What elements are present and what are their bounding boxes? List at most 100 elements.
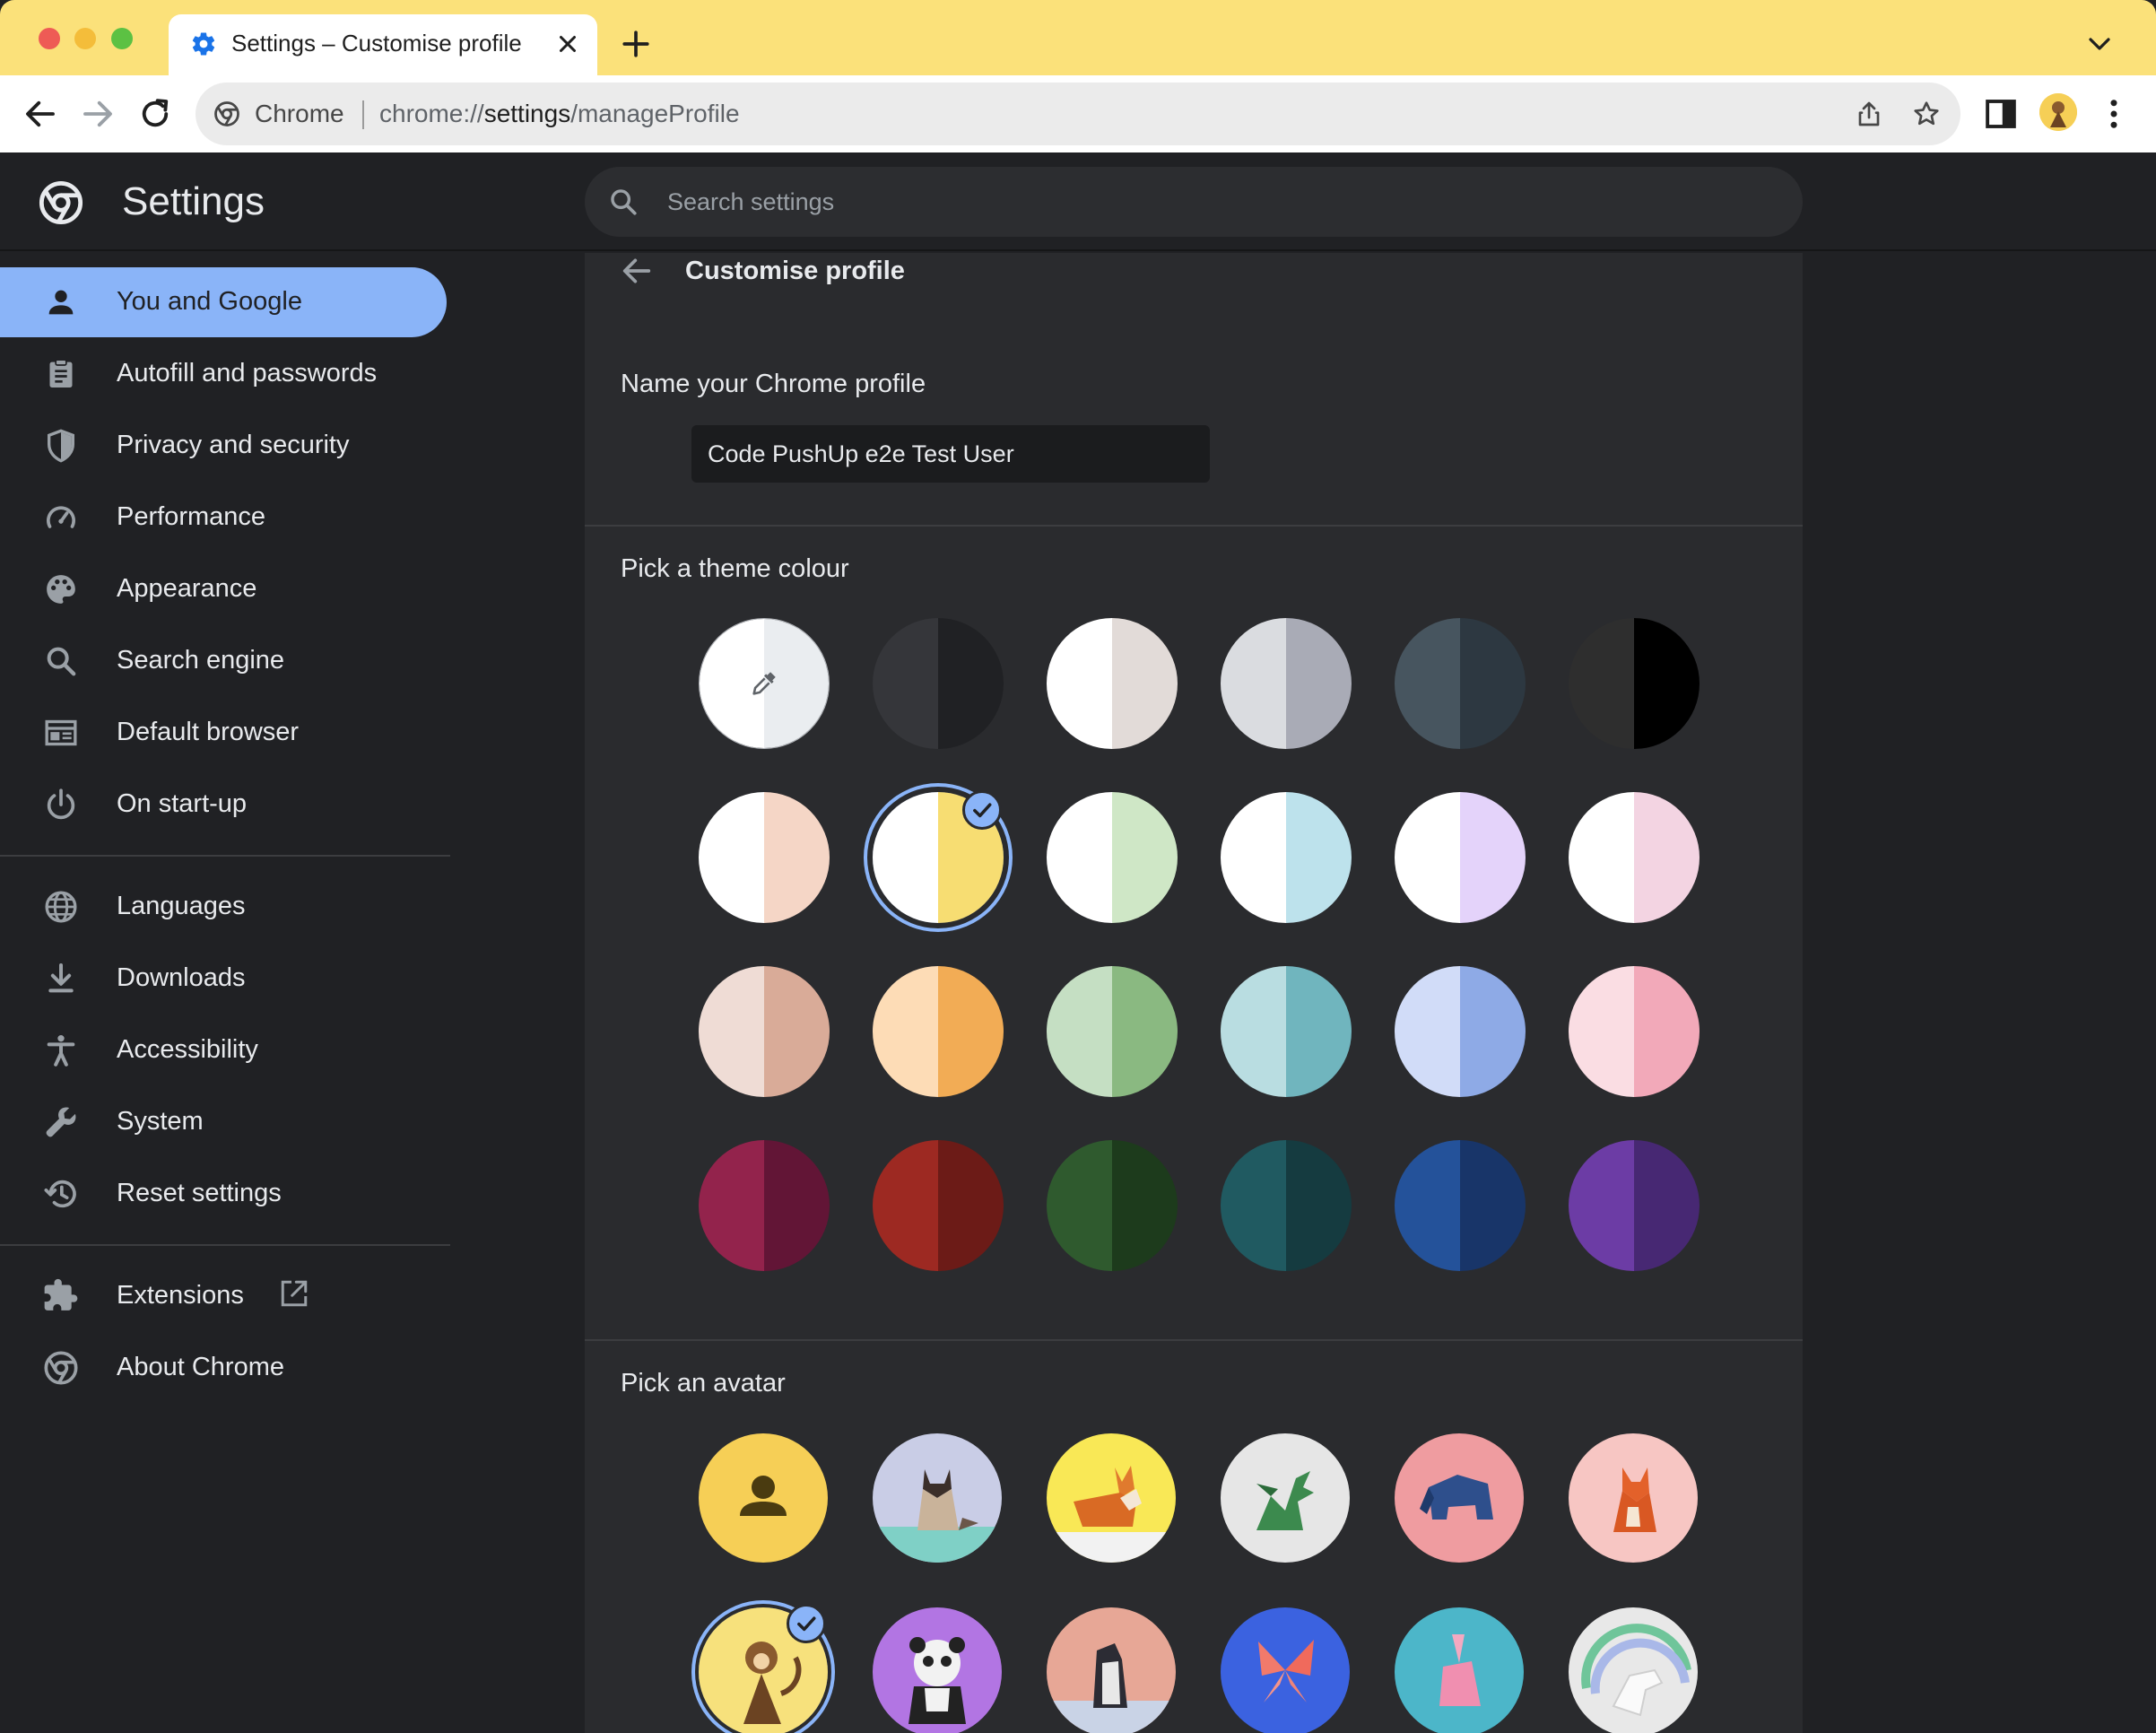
sidebar-item-label: You and Google xyxy=(117,287,302,316)
profile-name-input[interactable] xyxy=(691,425,1210,483)
sidebar-item-system[interactable]: System xyxy=(0,1087,447,1157)
wrench-icon xyxy=(46,1107,76,1137)
reload-icon[interactable] xyxy=(136,95,174,133)
clipboard-icon xyxy=(49,359,73,388)
swatch-dark-half xyxy=(1112,1140,1178,1271)
origami-butterfly-icon xyxy=(1221,1607,1350,1733)
sidebar-item-autofill[interactable]: Autofill and passwords xyxy=(0,339,447,409)
avatar-option-fox[interactable] xyxy=(1569,1433,1698,1563)
sidebar-item-extensions[interactable]: Extensions xyxy=(0,1261,447,1331)
new-tab-plus-icon[interactable] xyxy=(621,29,651,59)
theme-swatch[interactable] xyxy=(1569,792,1700,923)
sidebar-item-you-and-google[interactable]: You and Google xyxy=(0,267,447,337)
address-bar[interactable]: Chrome chrome://settings/manageProfile xyxy=(196,83,1960,145)
avatar-option-corgi[interactable] xyxy=(1047,1433,1176,1563)
sidebar-item-on-start-up[interactable]: On start-up xyxy=(0,770,447,840)
theme-swatch[interactable] xyxy=(1047,1140,1178,1271)
avatar-option-panda[interactable] xyxy=(873,1607,1002,1733)
theme-swatch[interactable] xyxy=(1569,966,1700,1097)
window-zoom-button[interactable] xyxy=(111,28,133,49)
swatch-light-half xyxy=(699,1140,764,1271)
swatch-light-half xyxy=(1569,792,1634,923)
close-icon[interactable] xyxy=(554,30,581,57)
sidebar-item-languages[interactable]: Languages xyxy=(0,872,447,942)
avatar-option-dragon[interactable] xyxy=(1221,1433,1350,1563)
sidebar-item-label: Performance xyxy=(117,502,266,531)
avatar-option-generic-person[interactable] xyxy=(699,1433,828,1563)
active-tab[interactable]: Settings – Customise profile xyxy=(169,14,597,75)
sidebar-item-label: Autofill and passwords xyxy=(117,359,378,388)
origami-penguin-icon xyxy=(1047,1607,1176,1733)
theme-swatch[interactable] xyxy=(873,1140,1004,1271)
avatar-option-cat[interactable] xyxy=(873,1433,1002,1563)
forward-arrow-icon[interactable] xyxy=(79,95,117,133)
profile-name-label: Name your Chrome profile xyxy=(621,370,926,398)
theme-swatch[interactable] xyxy=(1221,618,1352,749)
theme-swatch[interactable] xyxy=(1221,792,1352,923)
window-close-button[interactable] xyxy=(39,28,60,49)
swatch-light-half xyxy=(1395,618,1460,749)
theme-swatch[interactable] xyxy=(1221,966,1352,1097)
theme-swatch[interactable] xyxy=(1047,792,1178,923)
swatch-dark-half xyxy=(1460,792,1526,923)
side-panel-icon[interactable] xyxy=(1982,95,2020,133)
avatar-option-butterfly[interactable] xyxy=(1221,1607,1350,1733)
eyedropper-icon xyxy=(752,672,776,695)
swatch-dark-half xyxy=(764,792,830,923)
chevron-down-icon[interactable] xyxy=(2086,32,2113,56)
swatch-light-half xyxy=(699,792,764,923)
theme-swatch[interactable] xyxy=(1569,618,1700,749)
theme-swatch[interactable] xyxy=(699,792,830,923)
window-minimize-button[interactable] xyxy=(74,28,96,49)
sidebar-item-search-engine[interactable]: Search engine xyxy=(0,626,447,696)
sidebar-item-accessibility[interactable]: Accessibility xyxy=(0,1015,447,1085)
sidebar-item-privacy[interactable]: Privacy and security xyxy=(0,411,447,481)
sidebar-divider xyxy=(0,1244,450,1246)
speedometer-icon xyxy=(47,506,75,528)
avatar-label: Pick an avatar xyxy=(621,1369,786,1398)
theme-swatch[interactable] xyxy=(873,618,1004,749)
back-arrow-icon[interactable] xyxy=(619,253,655,289)
sidebar-item-performance[interactable]: Performance xyxy=(0,483,447,553)
theme-swatch[interactable] xyxy=(1047,618,1178,749)
kebab-menu-icon[interactable] xyxy=(2095,95,2133,133)
search-box[interactable] xyxy=(585,167,1803,237)
avatar-option-elephant[interactable] xyxy=(1395,1433,1524,1563)
swatch-dark-half xyxy=(1286,618,1352,749)
sidebar-item-downloads[interactable]: Downloads xyxy=(0,944,447,1014)
avatar-option-penguin[interactable] xyxy=(1047,1607,1176,1733)
settings-header: Settings xyxy=(0,152,2156,251)
share-icon[interactable] xyxy=(1855,100,1883,128)
avatar-option-unicorn[interactable] xyxy=(1569,1607,1698,1733)
theme-swatch[interactable] xyxy=(1395,1140,1526,1271)
profile-avatar-button[interactable] xyxy=(2039,93,2077,131)
sidebar-item-label: Privacy and security xyxy=(117,431,350,459)
sidebar-item-reset-settings[interactable]: Reset settings xyxy=(0,1159,447,1229)
theme-swatch[interactable] xyxy=(1221,1140,1352,1271)
theme-swatch-custom[interactable] xyxy=(699,618,830,749)
theme-swatch[interactable] xyxy=(699,966,830,1097)
swatch-light-half xyxy=(1395,792,1460,923)
bookmark-star-icon[interactable] xyxy=(1912,100,1941,128)
monkey-avatar-icon xyxy=(2039,93,2077,131)
avatar-option-rabbit[interactable] xyxy=(1395,1607,1524,1733)
chrome-icon xyxy=(44,1351,78,1385)
theme-swatch[interactable] xyxy=(1569,1140,1700,1271)
theme-swatch[interactable] xyxy=(1395,966,1526,1097)
back-arrow-icon[interactable] xyxy=(22,95,59,133)
theme-swatch[interactable] xyxy=(1047,966,1178,1097)
sidebar-item-default-browser[interactable]: Default browser xyxy=(0,698,447,768)
theme-swatch[interactable] xyxy=(1395,792,1526,923)
search-input[interactable] xyxy=(667,167,1779,237)
theme-swatch[interactable] xyxy=(1395,618,1526,749)
origami-unicorn-icon xyxy=(1569,1607,1698,1733)
omnibox-divider xyxy=(362,100,364,129)
theme-swatch[interactable] xyxy=(699,1140,830,1271)
person-icon xyxy=(48,290,74,315)
sidebar-item-appearance[interactable]: Appearance xyxy=(0,554,447,624)
swatch-light-half xyxy=(873,1140,938,1271)
accessibility-icon xyxy=(47,1035,75,1067)
theme-swatch[interactable] xyxy=(873,966,1004,1097)
sidebar-item-about-chrome[interactable]: About Chrome xyxy=(0,1333,447,1403)
swatch-dark-half xyxy=(1286,1140,1352,1271)
